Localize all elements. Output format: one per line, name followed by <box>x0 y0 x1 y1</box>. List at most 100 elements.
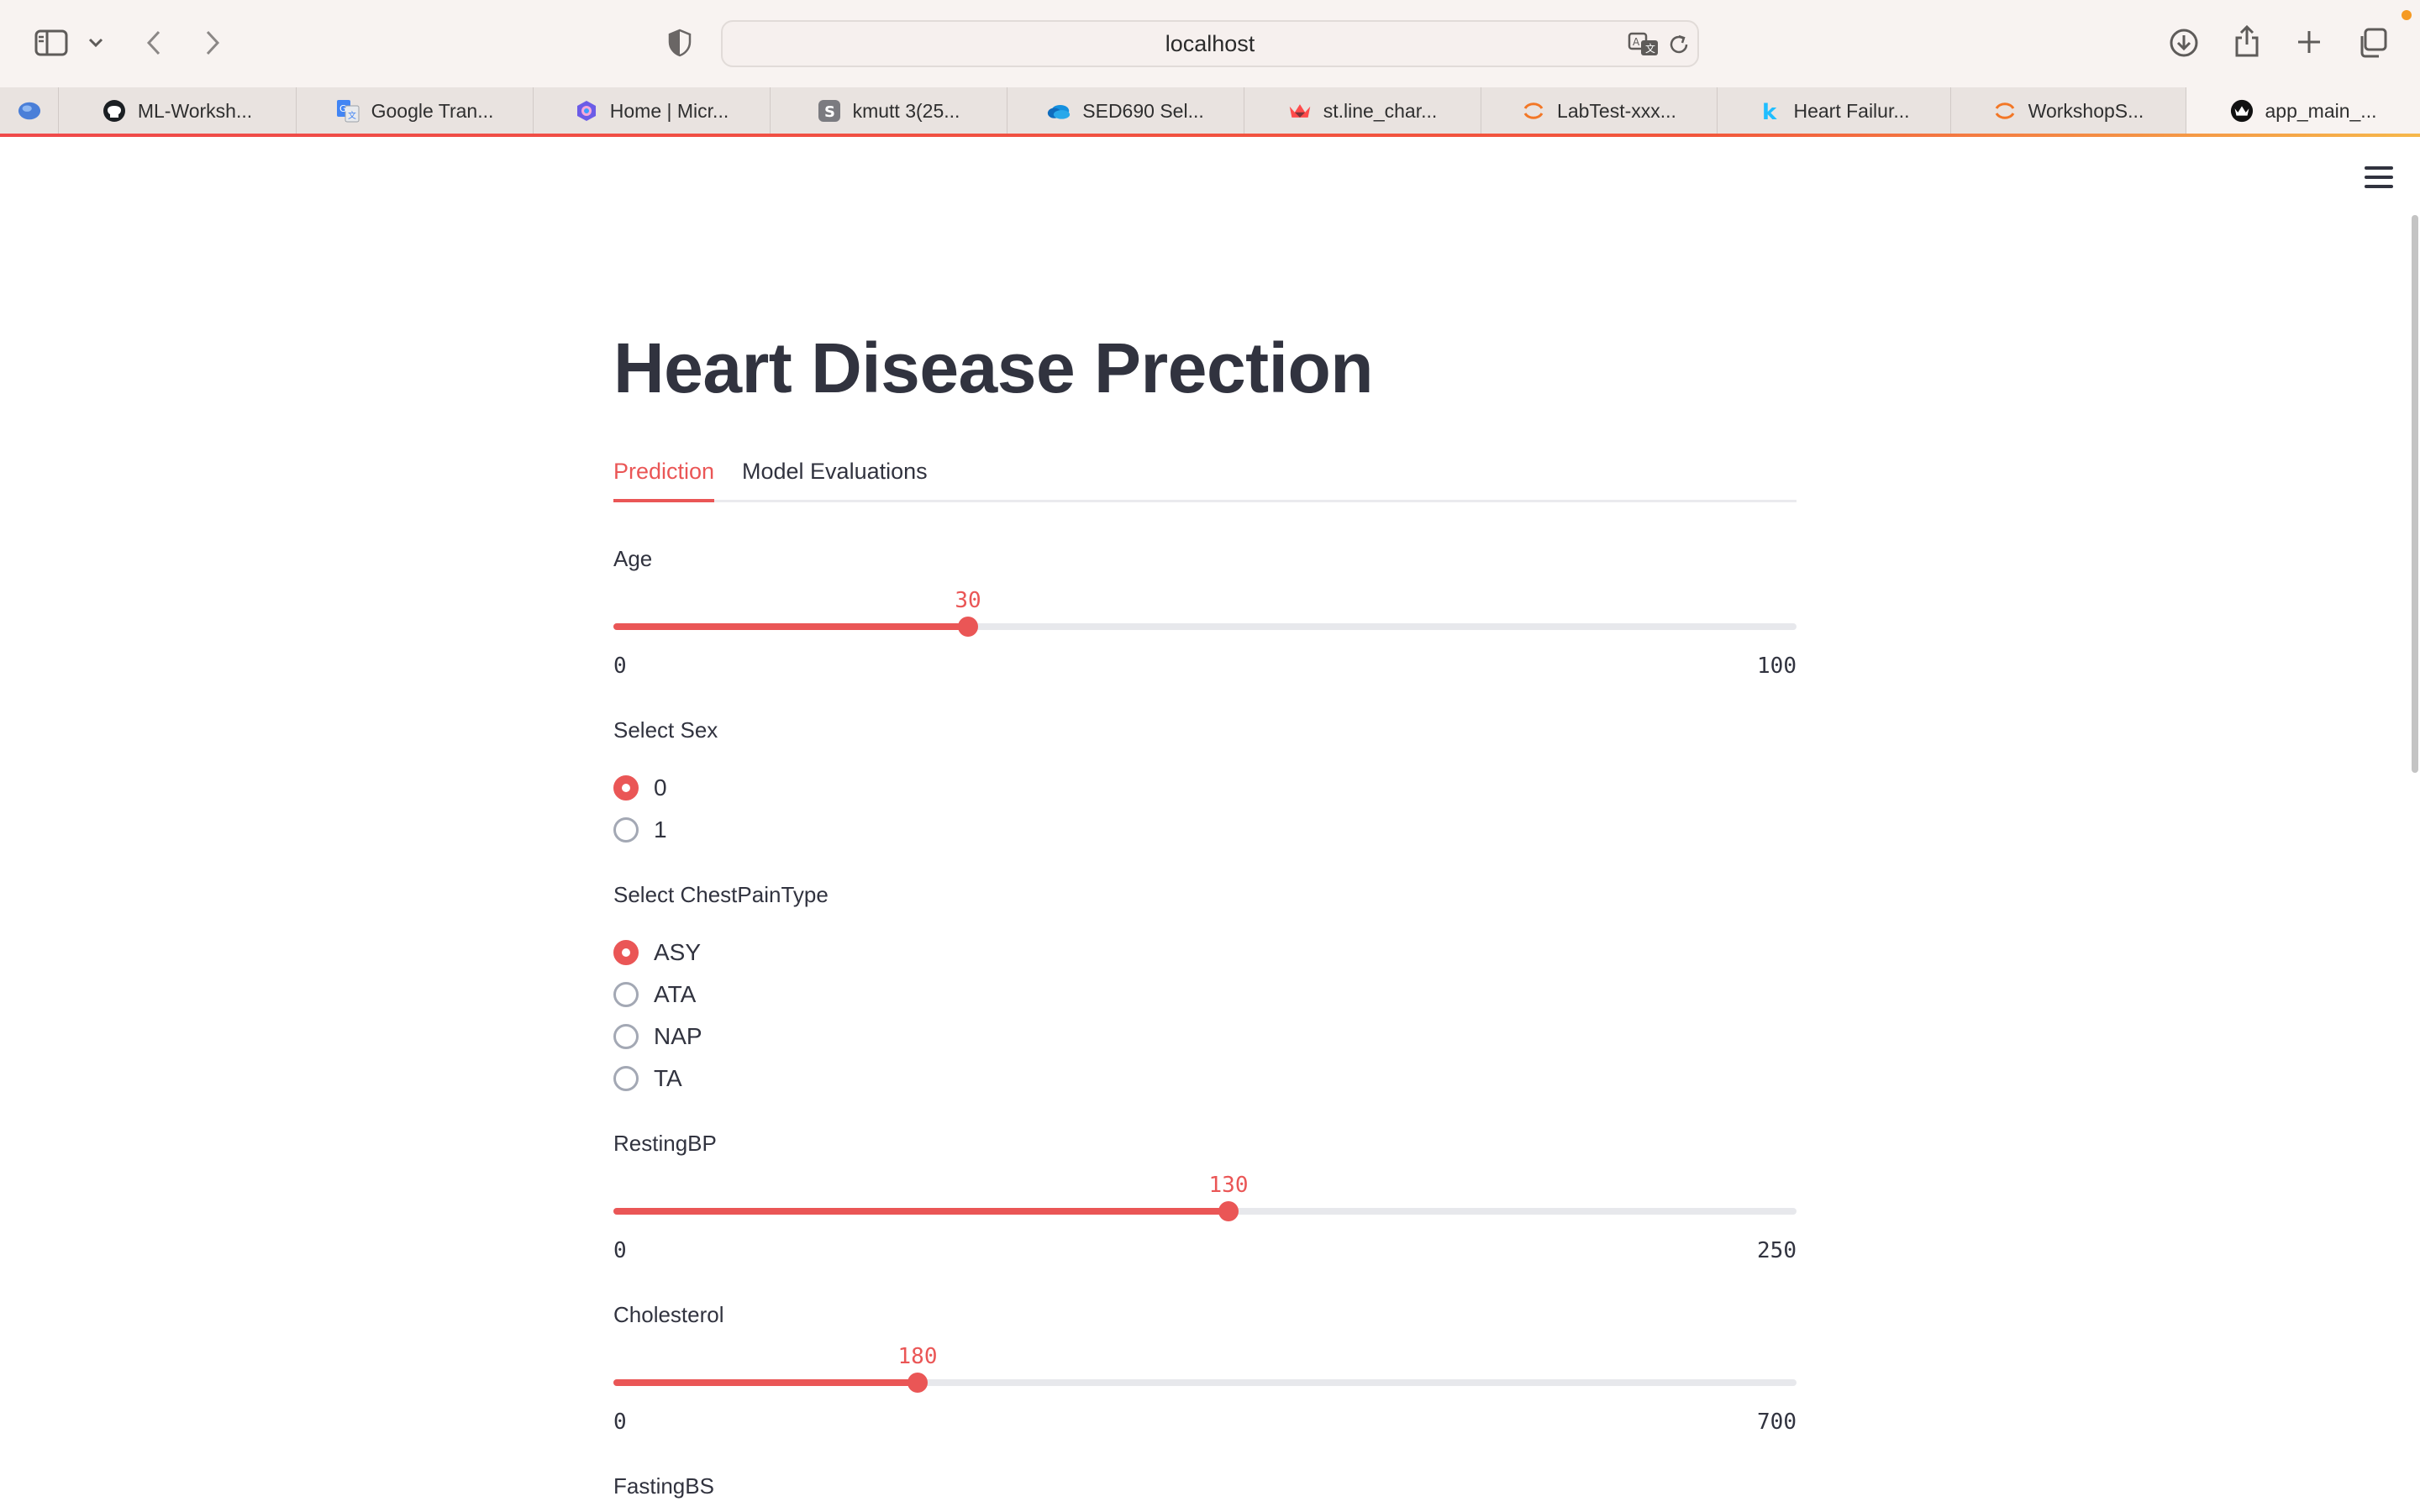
forward-icon[interactable] <box>198 25 227 60</box>
onedrive-cloud-icon <box>1047 99 1071 123</box>
sex-option-1[interactable]: 1 <box>613 815 667 845</box>
cholesterol-slider[interactable]: 180 0 700 <box>613 1344 1797 1435</box>
share-icon[interactable] <box>2230 22 2264 60</box>
chest-pain-option-ta[interactable]: TA <box>613 1063 682 1094</box>
tab-model-evaluations[interactable]: Model Evaluations <box>742 459 928 485</box>
browser-tab-active[interactable]: app_main_... <box>2186 87 2420 134</box>
microsoft-copilot-icon <box>575 99 598 123</box>
google-translate-icon: G文 <box>336 99 360 123</box>
s-letter-icon: S <box>818 99 841 123</box>
blue-globe-icon <box>18 99 41 123</box>
streamlit-app-icon <box>2230 99 2254 123</box>
slider-max: 700 <box>1757 1410 1797 1435</box>
page-load-bar <box>0 134 2420 137</box>
back-icon[interactable] <box>139 25 168 60</box>
browser-tab[interactable]: SED690 Sel... <box>1007 87 1244 134</box>
radio-circle <box>613 775 639 801</box>
svg-text:文: 文 <box>1645 42 1655 55</box>
scrollbar[interactable] <box>2412 215 2418 773</box>
tab-label: kmutt 3(25... <box>852 99 960 122</box>
slider-thumb[interactable] <box>908 1373 928 1393</box>
tab-overview-icon[interactable] <box>2354 25 2390 60</box>
chest-pain-option-asy[interactable]: ASY <box>613 937 701 968</box>
url-text: localhost <box>1165 30 1255 56</box>
address-bar[interactable]: localhost A文 <box>721 20 1699 67</box>
age-slider[interactable]: 30 0 100 <box>613 588 1797 679</box>
tab-label: Heart Failur... <box>1793 99 1910 122</box>
jupyter-icon <box>1522 99 1545 123</box>
browser-tab-bar: ML-Worksh... G文 Google Tran... Home | Mi… <box>0 87 2420 134</box>
slider-fill <box>613 1379 918 1386</box>
slider-max: 100 <box>1757 654 1797 679</box>
browser-tab[interactable]: st.line_char... <box>1244 87 1481 134</box>
active-tab-indicator <box>613 499 714 502</box>
tab-label: app_main_... <box>2265 99 2377 122</box>
main-menu-icon[interactable] <box>2365 165 2393 190</box>
download-icon[interactable] <box>2166 25 2202 60</box>
svg-text:A: A <box>1633 36 1640 48</box>
radio-circle <box>613 1024 639 1049</box>
slider-min: 0 <box>613 654 627 679</box>
tab-label: st.line_char... <box>1323 99 1438 122</box>
chest-pain-option-ata[interactable]: ATA <box>613 979 696 1010</box>
kaggle-icon: k <box>1758 99 1781 123</box>
tab-label: ML-Worksh... <box>137 99 253 122</box>
slider-max: 250 <box>1757 1238 1797 1263</box>
tab-label: WorkshopS... <box>2028 99 2144 122</box>
radio-label: 0 <box>654 774 667 801</box>
reload-icon[interactable] <box>1665 32 1692 57</box>
age-label: Age <box>613 546 653 571</box>
slider-fill <box>613 1208 1228 1215</box>
radio-circle <box>613 982 639 1007</box>
browser-tab[interactable]: G文 Google Tran... <box>297 87 534 134</box>
tab-label: LabTest-xxx... <box>1557 99 1676 122</box>
cholesterol-label: Cholesterol <box>613 1302 724 1327</box>
tab-label: Home | Micr... <box>609 99 729 122</box>
browser-tab[interactable]: Home | Micr... <box>534 87 771 134</box>
tab-label: Google Tran... <box>371 99 494 122</box>
notification-dot <box>2402 10 2412 20</box>
chevron-down-icon[interactable] <box>84 30 108 55</box>
new-tab-icon[interactable] <box>2292 25 2326 59</box>
browser-tab-pinned[interactable] <box>0 87 59 134</box>
translate-icon[interactable]: A文 <box>1627 29 1660 60</box>
privacy-shield-icon[interactable] <box>666 27 694 59</box>
svg-text:S: S <box>824 103 835 121</box>
page-title: Heart Disease Prection <box>613 328 1374 407</box>
radio-circle <box>613 940 639 965</box>
radio-label: TA <box>654 1065 682 1091</box>
browser-tab[interactable]: k Heart Failur... <box>1718 87 1951 134</box>
slider-value: 180 <box>897 1344 938 1369</box>
radio-label: ASY <box>654 939 702 965</box>
browser-tab[interactable]: WorkshopS... <box>1951 87 2186 134</box>
svg-text:文: 文 <box>348 110 356 121</box>
slider-fill <box>613 623 968 630</box>
slider-thumb[interactable] <box>958 617 978 637</box>
radio-label: ATA <box>654 981 697 1007</box>
tab-label: SED690 Sel... <box>1082 99 1204 122</box>
resting-bp-label: RestingBP <box>613 1131 717 1156</box>
browser-tab[interactable]: S kmutt 3(25... <box>771 87 1007 134</box>
slider-thumb[interactable] <box>1218 1201 1239 1221</box>
slider-value: 30 <box>955 588 981 613</box>
chest-pain-option-nap[interactable]: NAP <box>613 1021 702 1052</box>
streamlit-crown-icon <box>1288 99 1312 123</box>
sex-option-0[interactable]: 0 <box>613 773 667 803</box>
svg-text:k: k <box>1762 100 1777 123</box>
sidebar-toggle-icon[interactable] <box>32 25 71 60</box>
jupyter-icon <box>1993 99 2017 123</box>
browser-tab[interactable]: LabTest-xxx... <box>1481 87 1718 134</box>
radio-circle <box>613 817 639 843</box>
radio-label: NAP <box>654 1023 702 1049</box>
fasting-bs-label: FastingBS <box>613 1473 714 1499</box>
slider-value: 130 <box>1208 1173 1249 1198</box>
chest-pain-label: Select ChestPainType <box>613 882 829 907</box>
sex-label: Select Sex <box>613 717 718 743</box>
radio-circle <box>613 1066 639 1091</box>
tab-prediction[interactable]: Prediction <box>613 459 714 485</box>
resting-bp-slider[interactable]: 130 0 250 <box>613 1173 1797 1263</box>
browser-tab[interactable]: ML-Worksh... <box>59 87 297 134</box>
slider-min: 0 <box>613 1238 627 1263</box>
radio-label: 1 <box>654 816 667 843</box>
app-tabs: Prediction Model Evaluations <box>613 459 1797 502</box>
